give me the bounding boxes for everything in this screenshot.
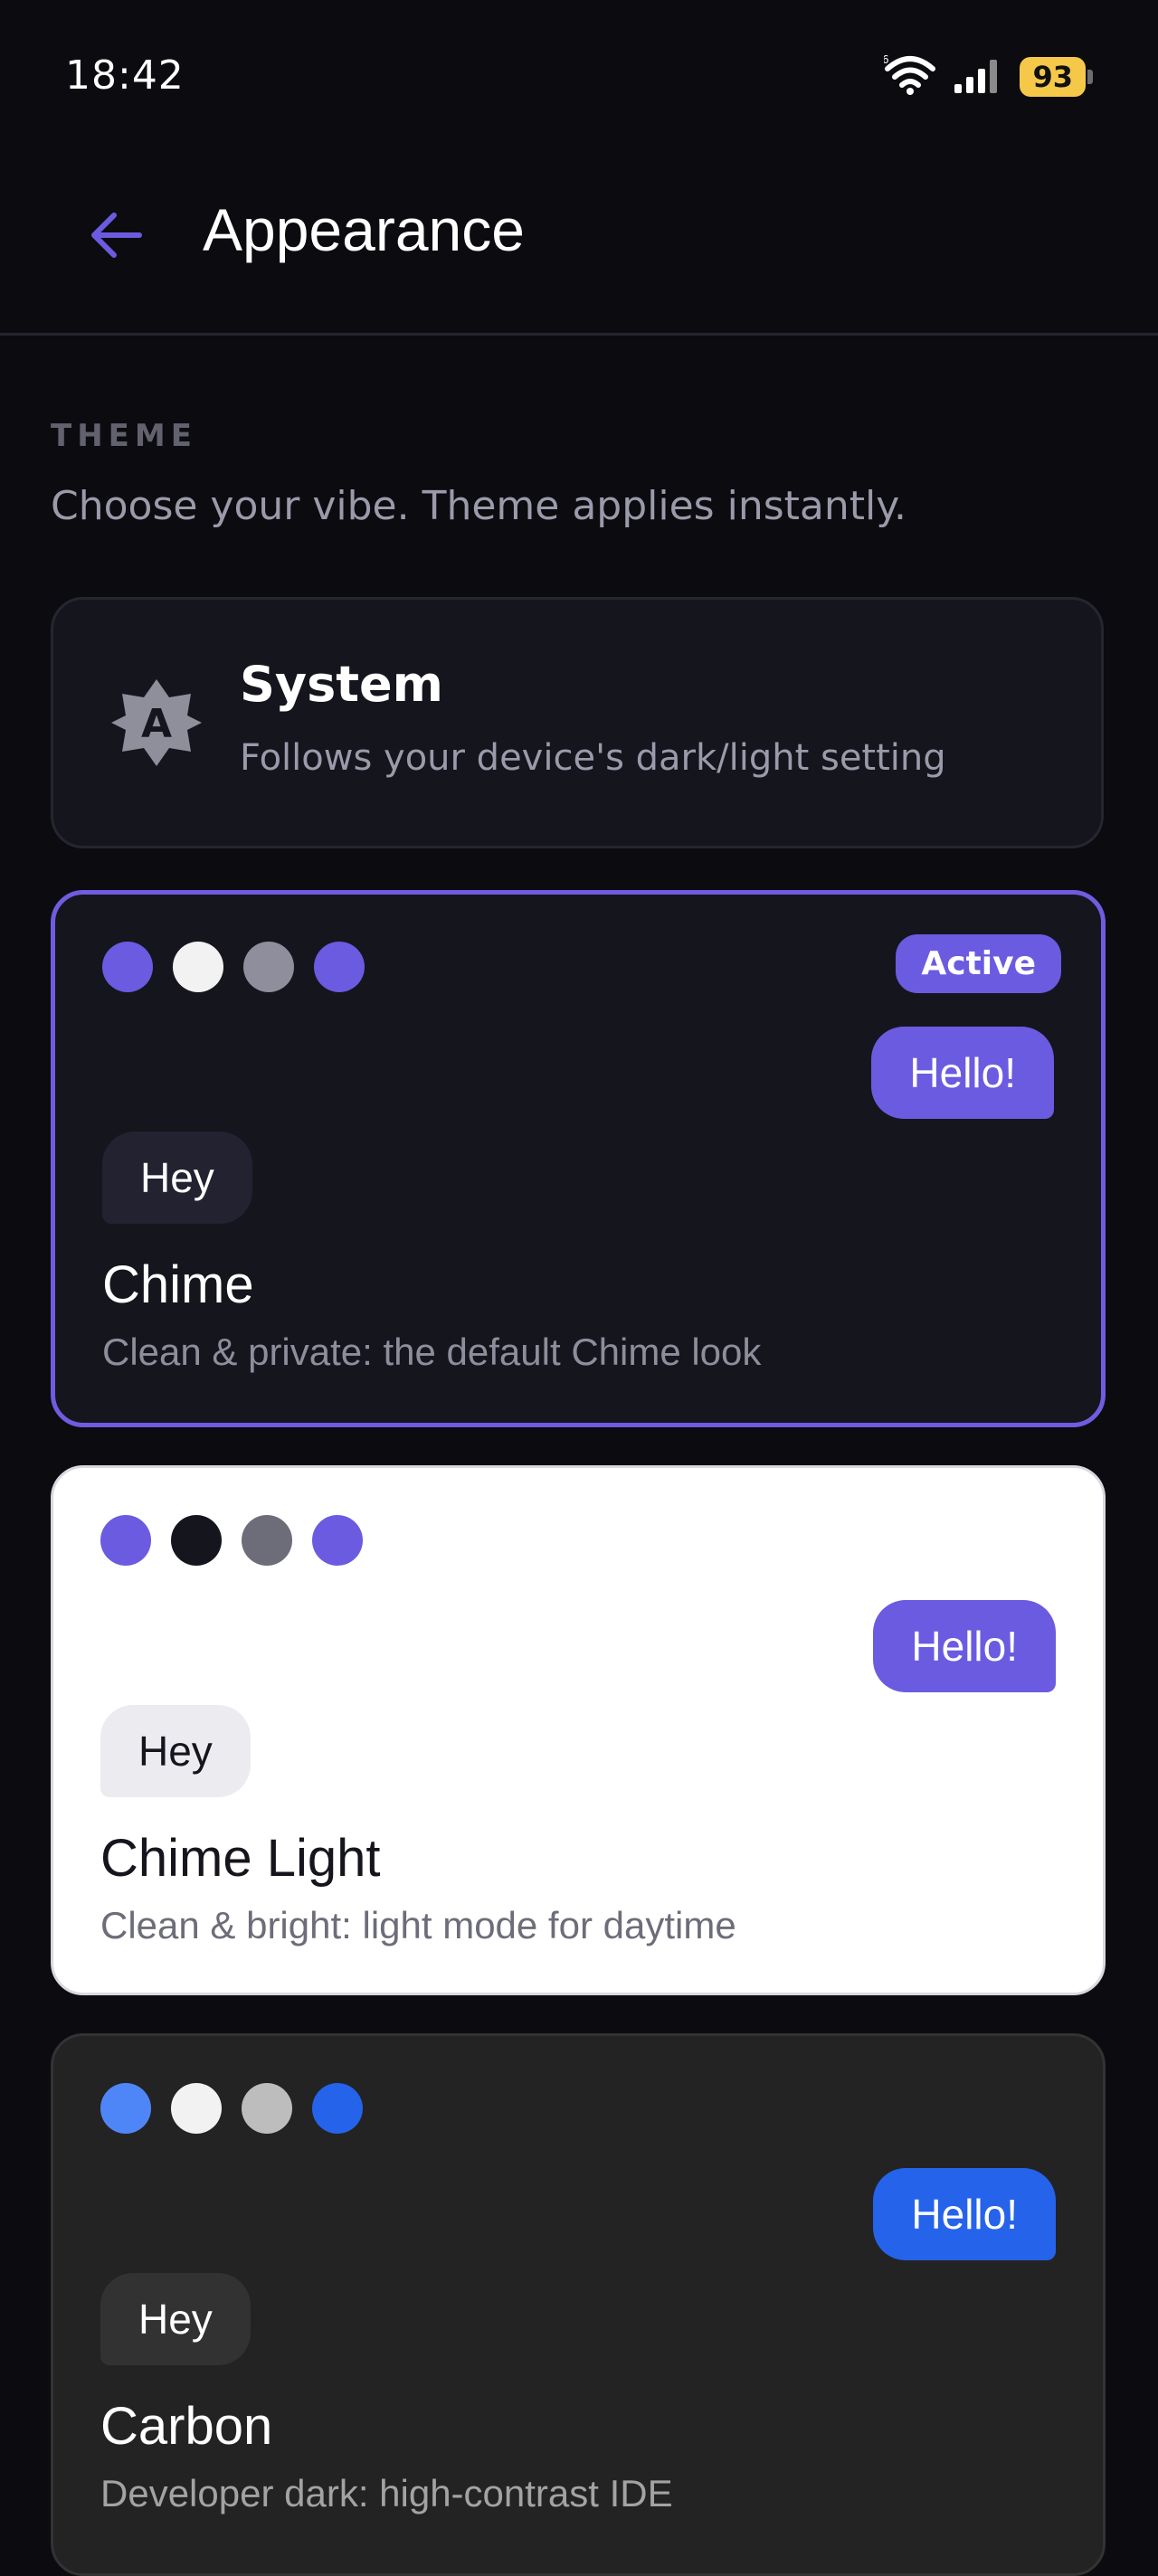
color-swatches — [100, 2083, 363, 2134]
section-subtitle: Choose your vibe. Theme applies instantl… — [51, 483, 906, 529]
swatch-primary — [312, 2083, 363, 2134]
battery-level: 93 — [1020, 57, 1086, 97]
arrow-left-icon — [87, 210, 145, 264]
swatch-primary — [314, 942, 365, 992]
app-bar: Appearance — [0, 154, 1158, 336]
status-time: 18:42 — [65, 52, 185, 99]
theme-description: Clean & private: the default Chime look — [102, 1331, 762, 1373]
swatch-muted — [242, 2083, 292, 2134]
preview-bubble-outgoing: Hello! — [873, 2168, 1056, 2260]
svg-text:A: A — [141, 701, 172, 747]
swatch-muted — [242, 1515, 292, 1566]
svg-text:6: 6 — [884, 54, 889, 66]
back-button[interactable] — [76, 197, 156, 277]
theme-card-chime-light[interactable]: Hello! Hey Chime Light Clean & bright: l… — [51, 1465, 1106, 1995]
swatch-accent — [100, 2083, 151, 2134]
preview-bubble-incoming: Hey — [102, 1132, 252, 1224]
swatch-accent — [100, 1515, 151, 1566]
swatch-muted — [243, 942, 294, 992]
theme-description: Clean & bright: light mode for daytime — [100, 1904, 736, 1946]
theme-name: Chime Light — [100, 1829, 381, 1888]
system-option-title: System — [240, 656, 443, 713]
preview-bubble-outgoing: Hello! — [871, 1027, 1054, 1119]
preview-bubble-outgoing: Hello! — [873, 1600, 1056, 1692]
active-badge: Active — [896, 934, 1061, 993]
color-swatches — [102, 942, 365, 992]
swatch-text — [173, 942, 223, 992]
theme-option-system[interactable]: A System Follows your device's dark/ligh… — [51, 597, 1104, 848]
theme-name: Carbon — [100, 2397, 273, 2456]
swatch-accent — [102, 942, 153, 992]
status-icons: 6 93 — [882, 53, 1093, 99]
swatch-text — [171, 2083, 222, 2134]
theme-card-chime[interactable]: Active Hello! Hey Chime Clean & private:… — [51, 890, 1106, 1427]
section-title: THEME — [51, 418, 197, 454]
swatch-text — [171, 1515, 222, 1566]
wifi-6-icon: 6 — [882, 53, 936, 99]
status-bar: 18:42 6 93 — [0, 0, 1158, 154]
signal-icon — [953, 57, 1003, 97]
preview-bubble-incoming: Hey — [100, 2273, 251, 2365]
preview-bubble-incoming: Hey — [100, 1705, 251, 1797]
swatch-primary — [312, 1515, 363, 1566]
theme-card-carbon[interactable]: Hello! Hey Carbon Developer dark: high-c… — [51, 2033, 1106, 2576]
battery-icon: 93 — [1020, 57, 1093, 97]
page-title: Appearance — [203, 196, 525, 263]
auto-brightness-icon: A — [106, 672, 207, 773]
color-swatches — [100, 1515, 363, 1566]
system-option-description: Follows your device's dark/light setting — [240, 737, 946, 779]
battery-tip — [1087, 70, 1093, 84]
theme-name: Chime — [102, 1255, 254, 1314]
theme-description: Developer dark: high-contrast IDE — [100, 2472, 673, 2514]
